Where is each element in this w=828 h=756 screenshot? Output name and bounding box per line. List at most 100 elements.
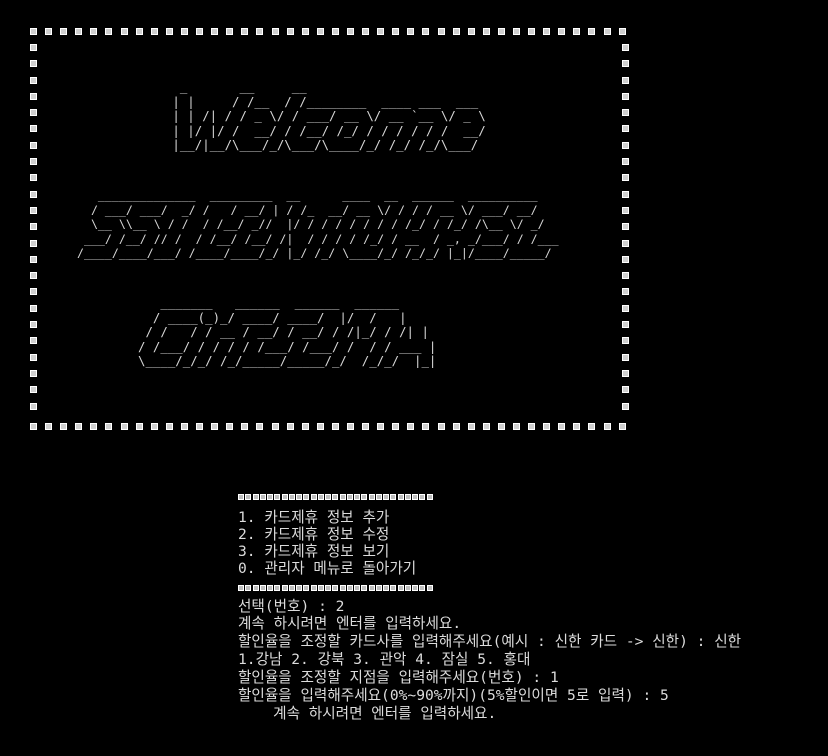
rule-cell — [317, 585, 324, 591]
frame-square — [622, 255, 629, 263]
frame-square — [622, 44, 629, 51]
rule-cell — [346, 585, 353, 591]
frame-square — [362, 423, 370, 430]
rule-cell — [419, 494, 426, 500]
frame-square — [528, 28, 536, 35]
output-card-company-prompt: 할인율을 조정할 카드사를 입력해주세요(예시 : 신한 카드 -> 신한) :… — [238, 633, 742, 650]
frame-square — [422, 423, 430, 430]
frame-square — [226, 28, 234, 35]
rule-cell — [375, 494, 382, 500]
rule-cell — [332, 585, 339, 591]
rule-cell — [368, 494, 375, 500]
frame-square — [241, 28, 249, 35]
rule-cell — [245, 585, 252, 591]
frame-square — [452, 28, 460, 35]
frame-square — [622, 288, 629, 296]
frame-bottom-border — [30, 423, 634, 430]
rule-cell — [296, 494, 302, 500]
frame-square — [75, 423, 83, 430]
frame-square — [165, 28, 173, 35]
rule-cell — [325, 494, 331, 500]
rule-cell — [288, 494, 295, 500]
frame-square — [618, 423, 626, 430]
output-branch-list: 1.강남 2. 강북 3. 관악 4. 잠실 5. 홍대 — [238, 651, 531, 668]
rule-cell — [332, 494, 339, 500]
rule-cell — [317, 494, 324, 500]
frame-square — [45, 28, 53, 35]
frame-square — [316, 423, 324, 430]
frame-square — [513, 28, 520, 35]
frame-square — [622, 206, 629, 214]
frame-square — [377, 28, 385, 35]
rule-cell — [404, 585, 411, 591]
frame-square — [105, 423, 113, 430]
ascii-ssi-electronics: ______________ _________ __ ____ __ ____… — [76, 188, 559, 260]
rule-cell — [426, 585, 433, 591]
frame-square — [622, 369, 629, 377]
frame-square — [467, 28, 475, 35]
frame-square — [135, 423, 143, 430]
frame-square — [30, 141, 37, 149]
frame-right-border — [622, 44, 629, 419]
frame-square — [105, 28, 113, 35]
rule-cell — [419, 585, 426, 591]
frame-square — [30, 44, 37, 51]
frame-square — [301, 28, 309, 35]
output-selection: 선택(번호) : 2 — [238, 598, 345, 615]
frame-square — [622, 337, 629, 345]
ascii-welcome: _ __ __ | | / /__ / /________ ____ ___ _… — [172, 79, 486, 152]
frame-square — [482, 423, 490, 430]
frame-square — [30, 223, 37, 231]
frame-square — [30, 423, 37, 430]
frame-square — [180, 28, 188, 35]
rule-cell — [383, 585, 389, 591]
frame-square — [30, 321, 37, 329]
frame-square — [622, 92, 629, 100]
output-continue-prompt-2[interactable]: 계속 하시려면 엔터를 입력하세요. — [238, 705, 496, 722]
rule-cell — [281, 585, 288, 591]
rule-cell — [238, 494, 244, 500]
frame-square — [286, 28, 294, 35]
frame-square — [377, 423, 385, 430]
frame-square — [30, 353, 37, 361]
rule-cell — [274, 585, 281, 591]
rule-cell — [238, 585, 244, 591]
frame-square — [135, 28, 143, 35]
frame-square — [497, 423, 505, 430]
rule-cell — [339, 585, 346, 591]
frame-square — [211, 423, 219, 430]
frame-square — [30, 304, 37, 312]
frame-square — [301, 423, 309, 430]
menu-item-view: 3. 카드제휴 정보 보기 — [238, 543, 390, 560]
frame-square — [90, 423, 98, 430]
frame-square — [622, 60, 629, 68]
rule-cell — [361, 494, 368, 500]
rule-cell — [390, 494, 397, 500]
frame-square — [30, 288, 37, 296]
frame-square — [618, 28, 626, 35]
frame-square — [271, 28, 279, 35]
frame-square — [60, 28, 68, 35]
console-window: _ __ __ | | / /__ / /________ ____ ___ _… — [0, 0, 828, 756]
frame-square — [30, 125, 37, 133]
rule-cell — [296, 585, 302, 591]
rule-cell — [375, 585, 382, 591]
frame-square — [362, 28, 370, 35]
rule-cell — [259, 585, 266, 591]
frame-square — [30, 402, 37, 410]
menu-item-back: 0. 관리자 메뉴로 돌아가기 — [238, 560, 417, 577]
frame-square — [437, 28, 445, 35]
frame-square — [622, 174, 629, 182]
rule-cell — [339, 494, 346, 500]
frame-square — [622, 272, 629, 280]
frame-square — [513, 423, 520, 430]
frame-square — [528, 423, 536, 430]
frame-square — [30, 272, 37, 280]
frame-square — [286, 423, 294, 430]
frame-square — [622, 386, 629, 394]
frame-top-border — [30, 28, 634, 35]
frame-square — [30, 109, 37, 117]
frame-square — [316, 28, 324, 35]
frame-square — [622, 158, 629, 166]
frame-square — [588, 28, 596, 35]
